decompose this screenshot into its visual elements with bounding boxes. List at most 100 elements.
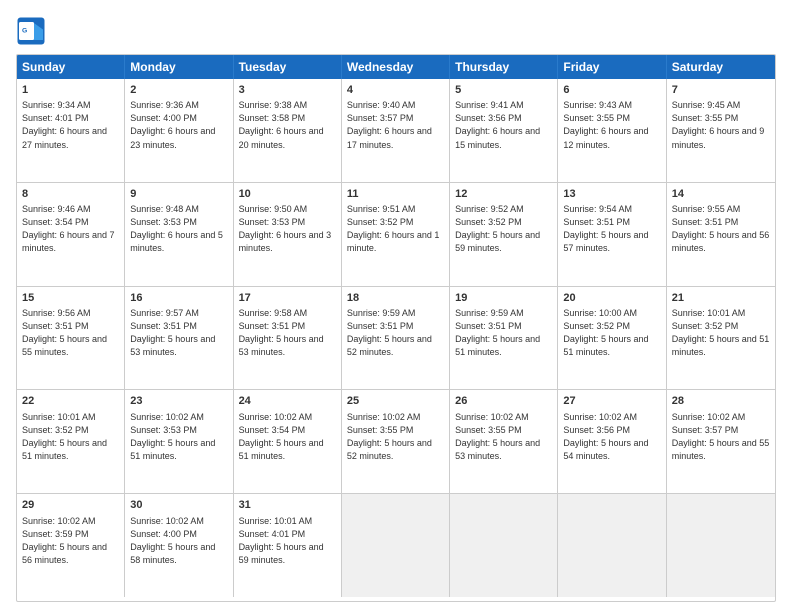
day-cell-1: 1Sunrise: 9:34 AM Sunset: 4:01 PM Daylig… (17, 79, 125, 182)
empty-cell (450, 494, 558, 597)
day-info: Sunrise: 10:01 AM Sunset: 4:01 PM Daylig… (239, 515, 336, 567)
day-number: 30 (130, 498, 227, 513)
day-number: 21 (672, 291, 770, 306)
logo-icon: G (16, 16, 46, 46)
day-info: Sunrise: 10:00 AM Sunset: 3:52 PM Daylig… (563, 307, 660, 359)
day-number: 13 (563, 187, 660, 202)
calendar-week-1: 1Sunrise: 9:34 AM Sunset: 4:01 PM Daylig… (17, 79, 775, 183)
day-info: Sunrise: 9:56 AM Sunset: 3:51 PM Dayligh… (22, 307, 119, 359)
day-number: 25 (347, 394, 444, 409)
calendar-week-5: 29 Sunrise: 10:02 AM Sunset: 3:59 PM Dayl… (17, 494, 775, 597)
day-cell-11: 11Sunrise: 9:51 AM Sunset: 3:52 PM Dayli… (342, 183, 450, 286)
day-number: 28 (672, 394, 770, 409)
day-header-friday: Friday (558, 55, 666, 79)
day-info: Sunrise: 10:02 AM Sunset: 3:59 PM Daylig… (22, 515, 119, 567)
day-number: 18 (347, 291, 444, 306)
day-info: Sunrise: 9:55 AM Sunset: 3:51 PM Dayligh… (672, 203, 770, 255)
day-cell-29: 29 Sunrise: 10:02 AM Sunset: 3:59 PM Dayl… (17, 494, 125, 597)
calendar: SundayMondayTuesdayWednesdayThursdayFrid… (16, 54, 776, 602)
day-info: Sunrise: 9:48 AM Sunset: 3:53 PM Dayligh… (130, 203, 227, 255)
day-info: Sunrise: 10:02 AM Sunset: 3:53 PM Daylig… (130, 411, 227, 463)
day-number: 7 (672, 83, 770, 98)
svg-text:G: G (22, 28, 27, 35)
day-header-sunday: Sunday (17, 55, 125, 79)
day-cell-19: 19Sunrise: 9:59 AM Sunset: 3:51 PM Dayli… (450, 287, 558, 390)
day-info: Sunrise: 10:02 AM Sunset: 3:55 PM Daylig… (455, 411, 552, 463)
day-number: 12 (455, 187, 552, 202)
day-info: Sunrise: 9:36 AM Sunset: 4:00 PM Dayligh… (130, 99, 227, 151)
day-info: Sunrise: 9:38 AM Sunset: 3:58 PM Dayligh… (239, 99, 336, 151)
day-number: 4 (347, 83, 444, 98)
day-number: 15 (22, 291, 119, 306)
day-info: Sunrise: 9:40 AM Sunset: 3:57 PM Dayligh… (347, 99, 444, 151)
day-number: 14 (672, 187, 770, 202)
day-cell-12: 12Sunrise: 9:52 AM Sunset: 3:52 PM Dayli… (450, 183, 558, 286)
day-number: 24 (239, 394, 336, 409)
day-info: Sunrise: 9:52 AM Sunset: 3:52 PM Dayligh… (455, 203, 552, 255)
empty-cell (342, 494, 450, 597)
day-cell-13: 13Sunrise: 9:54 AM Sunset: 3:51 PM Dayli… (558, 183, 666, 286)
day-cell-10: 10Sunrise: 9:50 AM Sunset: 3:53 PM Dayli… (234, 183, 342, 286)
day-number: 27 (563, 394, 660, 409)
day-cell-25: 25 Sunrise: 10:02 AM Sunset: 3:55 PM Dayl… (342, 390, 450, 493)
day-cell-23: 23 Sunrise: 10:02 AM Sunset: 3:53 PM Dayl… (125, 390, 233, 493)
day-cell-21: 21Sunrise: 10:01 AM Sunset: 3:52 PM Dayl… (667, 287, 775, 390)
day-number: 26 (455, 394, 552, 409)
day-info: Sunrise: 10:01 AM Sunset: 3:52 PM Daylig… (22, 411, 119, 463)
day-cell-16: 16Sunrise: 9:57 AM Sunset: 3:51 PM Dayli… (125, 287, 233, 390)
day-info: Sunrise: 9:59 AM Sunset: 3:51 PM Dayligh… (347, 307, 444, 359)
day-cell-20: 20Sunrise: 10:00 AM Sunset: 3:52 PM Dayl… (558, 287, 666, 390)
day-number: 3 (239, 83, 336, 98)
day-info: Sunrise: 9:45 AM Sunset: 3:55 PM Dayligh… (672, 99, 770, 151)
day-number: 22 (22, 394, 119, 409)
day-cell-27: 27Sunrise: 10:02 AM Sunset: 3:56 PM Dayl… (558, 390, 666, 493)
day-number: 8 (22, 187, 119, 202)
day-cell-18: 18Sunrise: 9:59 AM Sunset: 3:51 PM Dayli… (342, 287, 450, 390)
day-header-tuesday: Tuesday (234, 55, 342, 79)
day-info: Sunrise: 9:41 AM Sunset: 3:56 PM Dayligh… (455, 99, 552, 151)
day-number: 29 (22, 498, 119, 513)
day-cell-30: 30 Sunrise: 10:02 AM Sunset: 4:00 PM Dayl… (125, 494, 233, 597)
empty-cell (558, 494, 666, 597)
day-cell-28: 28 Sunrise: 10:02 AM Sunset: 3:57 PM Dayl… (667, 390, 775, 493)
day-info: Sunrise: 9:59 AM Sunset: 3:51 PM Dayligh… (455, 307, 552, 359)
day-number: 20 (563, 291, 660, 306)
day-cell-22: 22 Sunrise: 10:01 AM Sunset: 3:52 PM Dayl… (17, 390, 125, 493)
day-number: 16 (130, 291, 227, 306)
calendar-week-4: 22 Sunrise: 10:01 AM Sunset: 3:52 PM Dayl… (17, 390, 775, 494)
day-number: 23 (130, 394, 227, 409)
day-info: Sunrise: 9:46 AM Sunset: 3:54 PM Dayligh… (22, 203, 119, 255)
day-info: Sunrise: 9:50 AM Sunset: 3:53 PM Dayligh… (239, 203, 336, 255)
day-number: 9 (130, 187, 227, 202)
day-header-monday: Monday (125, 55, 233, 79)
day-number: 19 (455, 291, 552, 306)
day-number: 11 (347, 187, 444, 202)
day-info: Sunrise: 10:02 AM Sunset: 3:54 PM Daylig… (239, 411, 336, 463)
header: G (16, 16, 776, 46)
day-cell-7: 7Sunrise: 9:45 AM Sunset: 3:55 PM Daylig… (667, 79, 775, 182)
day-number: 6 (563, 83, 660, 98)
day-cell-9: 9Sunrise: 9:48 AM Sunset: 3:53 PM Daylig… (125, 183, 233, 286)
day-number: 17 (239, 291, 336, 306)
day-cell-31: 31 Sunrise: 10:01 AM Sunset: 4:01 PM Dayl… (234, 494, 342, 597)
calendar-header: SundayMondayTuesdayWednesdayThursdayFrid… (17, 55, 775, 79)
day-info: Sunrise: 10:02 AM Sunset: 3:55 PM Daylig… (347, 411, 444, 463)
day-cell-8: 8Sunrise: 9:46 AM Sunset: 3:54 PM Daylig… (17, 183, 125, 286)
day-info: Sunrise: 9:51 AM Sunset: 3:52 PM Dayligh… (347, 203, 444, 255)
day-number: 10 (239, 187, 336, 202)
day-header-thursday: Thursday (450, 55, 558, 79)
day-info: Sunrise: 9:58 AM Sunset: 3:51 PM Dayligh… (239, 307, 336, 359)
day-info: Sunrise: 9:43 AM Sunset: 3:55 PM Dayligh… (563, 99, 660, 151)
day-info: Sunrise: 10:01 AM Sunset: 3:52 PM Daylig… (672, 307, 770, 359)
day-cell-2: 2Sunrise: 9:36 AM Sunset: 4:00 PM Daylig… (125, 79, 233, 182)
day-cell-15: 15Sunrise: 9:56 AM Sunset: 3:51 PM Dayli… (17, 287, 125, 390)
day-cell-26: 26 Sunrise: 10:02 AM Sunset: 3:55 PM Dayl… (450, 390, 558, 493)
day-cell-14: 14Sunrise: 9:55 AM Sunset: 3:51 PM Dayli… (667, 183, 775, 286)
logo: G (16, 16, 50, 46)
day-number: 31 (239, 498, 336, 513)
calendar-body: 1Sunrise: 9:34 AM Sunset: 4:01 PM Daylig… (17, 79, 775, 597)
day-info: Sunrise: 10:02 AM Sunset: 4:00 PM Daylig… (130, 515, 227, 567)
day-info: Sunrise: 9:57 AM Sunset: 3:51 PM Dayligh… (130, 307, 227, 359)
day-cell-24: 24 Sunrise: 10:02 AM Sunset: 3:54 PM Dayl… (234, 390, 342, 493)
day-info: Sunrise: 10:02 AM Sunset: 3:57 PM Daylig… (672, 411, 770, 463)
